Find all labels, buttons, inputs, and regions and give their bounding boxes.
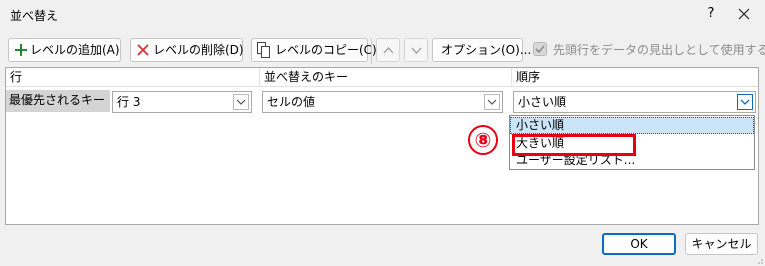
- options-button[interactable]: オプション(O)...: [432, 38, 531, 62]
- order-option-ascending[interactable]: 小さい順: [510, 117, 754, 134]
- close-button[interactable]: [733, 3, 755, 25]
- chevron-down-icon: [740, 99, 750, 105]
- order-select-value: 小さい順: [518, 95, 567, 109]
- help-button[interactable]: ?: [700, 3, 722, 25]
- has-headers-checkbox[interactable]: [533, 42, 547, 56]
- add-level-button[interactable]: レベルの追加(A): [8, 38, 121, 62]
- window-title: 並べ替え: [10, 9, 59, 23]
- add-level-label: レベルの追加(A): [30, 43, 120, 57]
- sort-on-header: 並べ替えのキー: [260, 68, 512, 87]
- close-icon: [738, 8, 750, 20]
- toolbar-separator: [371, 38, 372, 64]
- order-select[interactable]: 小さい順: [513, 91, 756, 113]
- options-label: オプション(O)...: [441, 43, 532, 57]
- column-header: 行: [6, 68, 260, 87]
- checkmark-icon: [535, 45, 545, 54]
- column-select-value: 行 3: [117, 95, 141, 109]
- copy-level-button[interactable]: レベルのコピー(C): [251, 38, 377, 62]
- cancel-button[interactable]: キャンセル: [685, 233, 758, 255]
- move-up-button[interactable]: [376, 38, 400, 62]
- copy-level-label: レベルのコピー(C): [275, 43, 377, 57]
- chevron-down-icon: [236, 99, 246, 105]
- sort-on-select-arrow[interactable]: [484, 94, 500, 110]
- delete-x-icon: [137, 44, 149, 56]
- chevron-down-icon: [411, 47, 422, 54]
- chevron-down-icon: [487, 99, 497, 105]
- title-bar: 並べ替え ?: [0, 0, 765, 30]
- sort-on-select[interactable]: セルの値: [262, 91, 503, 113]
- sort-level-row-label: 最優先されるキー: [6, 90, 110, 112]
- column-select-arrow[interactable]: [233, 94, 249, 110]
- annotation-highlight-box: [512, 134, 636, 156]
- resize-grip-icon[interactable]: [755, 256, 763, 264]
- move-down-button[interactable]: [404, 38, 428, 62]
- column-select[interactable]: 行 3: [112, 91, 252, 113]
- order-header: 順序: [512, 68, 758, 87]
- delete-level-label: レベルの削除(D): [153, 43, 244, 57]
- ok-button[interactable]: OK: [602, 233, 676, 255]
- delete-level-button[interactable]: レベルの削除(D): [130, 38, 244, 62]
- annotation-step-badge: ⑧: [468, 125, 498, 155]
- copy-icon: [257, 42, 270, 58]
- order-select-arrow[interactable]: [737, 94, 753, 110]
- chevron-up-icon: [383, 47, 394, 54]
- sort-on-select-value: セルの値: [267, 95, 316, 109]
- plus-icon: [15, 44, 27, 56]
- has-headers-label: 先頭行をデータの見出しとして使用する(H): [553, 43, 765, 57]
